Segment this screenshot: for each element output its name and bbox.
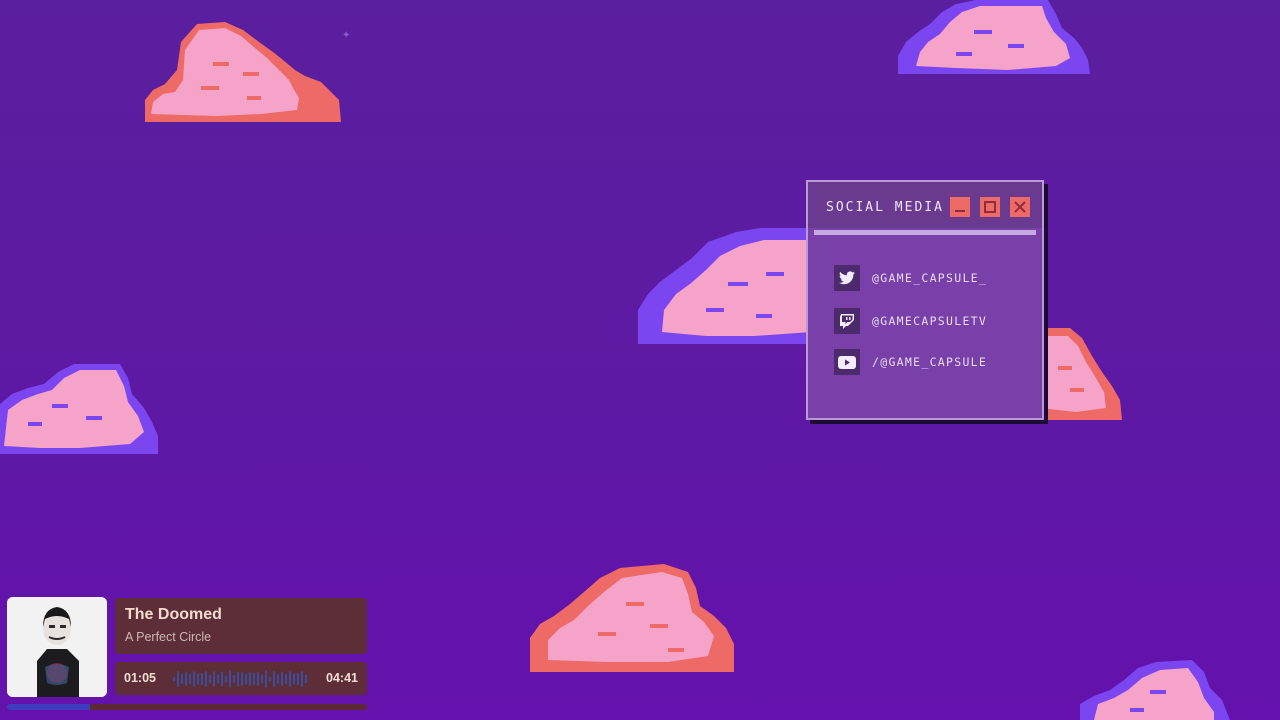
social-handle-youtube: /@GAME_CAPSULE xyxy=(872,355,988,369)
window-divider xyxy=(814,230,1036,235)
social-link-youtube[interactable]: /@GAME_CAPSULE xyxy=(834,349,987,375)
waveform-bar xyxy=(221,672,223,686)
twitch-icon xyxy=(834,308,860,334)
cloud-violet-pink-left xyxy=(0,364,158,454)
waveform-bar xyxy=(185,672,187,686)
waveform-bar xyxy=(229,670,231,688)
waveform-bar xyxy=(301,671,303,687)
youtube-icon xyxy=(834,349,860,375)
social-handle-twitter: @GAME_CAPSULE_ xyxy=(872,271,988,285)
waveform-bar xyxy=(233,675,235,683)
window-title: SOCIAL MEDIA xyxy=(826,200,944,215)
waveform-bar xyxy=(209,675,211,683)
social-link-twitter[interactable]: @GAME_CAPSULE_ xyxy=(834,265,987,291)
waveform-bar xyxy=(173,677,175,681)
waveform-bar xyxy=(193,671,195,687)
waveform-bar xyxy=(245,673,247,685)
waveform-bar xyxy=(277,674,279,684)
waveform-bar xyxy=(213,671,215,687)
waveform-bar xyxy=(257,672,259,686)
waveform-bar xyxy=(189,673,191,685)
waveform-visualizer xyxy=(173,670,307,688)
waveform-bar xyxy=(181,674,183,684)
waveform-bar xyxy=(289,671,291,687)
waveform-bar xyxy=(281,672,283,686)
social-media-window: SOCIAL MEDIA @GAME_CAPSULE_ @GAMECAPSULE… xyxy=(806,180,1044,420)
track-title: The Doomed xyxy=(125,606,222,623)
waveform-bar xyxy=(293,673,295,685)
waveform-bar xyxy=(265,670,267,688)
waveform-bar xyxy=(217,674,219,684)
minimize-button[interactable] xyxy=(950,197,970,217)
close-icon xyxy=(1014,201,1026,213)
waveform-bar xyxy=(237,671,239,687)
twitter-icon xyxy=(834,265,860,291)
waveform-bar xyxy=(253,672,255,686)
waveform-bar xyxy=(249,672,251,686)
waveform-bar xyxy=(201,673,203,685)
album-art xyxy=(7,597,107,697)
minimize-icon xyxy=(955,210,965,212)
cloud-violet-pink-top-right xyxy=(898,0,1090,74)
social-link-twitch[interactable]: @GAMECAPSULETV xyxy=(834,308,987,334)
waveform-bar xyxy=(197,673,199,685)
waveform-bar xyxy=(285,673,287,685)
waveform-bar xyxy=(305,674,307,684)
waveform-bar xyxy=(225,675,227,683)
cloud-violet-pink-bottom-right xyxy=(1080,660,1230,720)
waveform-bar xyxy=(205,671,207,687)
waveform-bar xyxy=(273,671,275,687)
waveform-bar xyxy=(177,671,179,687)
playback-progress-bar[interactable] xyxy=(7,704,367,710)
waveform-bar xyxy=(269,676,271,682)
playback-progress-fill xyxy=(7,704,90,710)
elapsed-time: 01:05 xyxy=(124,671,156,685)
waveform-bar xyxy=(241,672,243,686)
sparkle-icon: ✦ xyxy=(342,30,351,41)
close-button[interactable] xyxy=(1010,197,1030,217)
track-info-panel: The Doomed A Perfect Circle xyxy=(115,598,367,654)
maximize-button[interactable] xyxy=(980,197,1000,217)
waveform-bar xyxy=(261,674,263,684)
cloud-pink-coral-bottom xyxy=(530,564,734,672)
track-artist: A Perfect Circle xyxy=(125,630,212,644)
maximize-icon xyxy=(984,201,996,213)
total-duration: 04:41 xyxy=(326,671,358,685)
cloud-violet-pink-middle xyxy=(638,228,812,344)
playback-time-panel: 01:05 04:41 xyxy=(115,662,367,695)
cloud-pink-coral-top-left xyxy=(145,22,341,122)
waveform-bar xyxy=(297,673,299,685)
cloud-pink-coral-right xyxy=(1040,328,1122,420)
window-titlebar: SOCIAL MEDIA xyxy=(808,182,1042,228)
social-handle-twitch: @GAMECAPSULETV xyxy=(872,314,988,328)
